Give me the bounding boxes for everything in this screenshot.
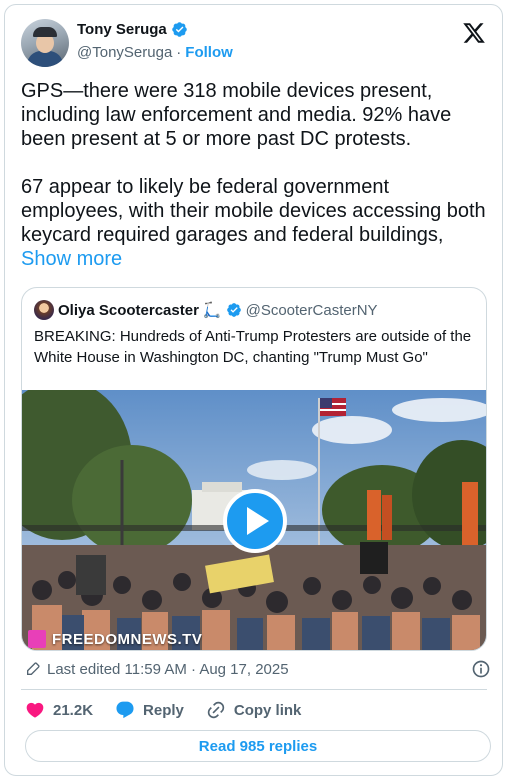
- author-name-row: Tony Seruga: [77, 21, 188, 38]
- pencil-icon: [27, 662, 40, 675]
- copy-link-label: Copy link: [233, 701, 302, 719]
- quote-author-handle[interactable]: @ScooterCasterNY: [246, 302, 378, 319]
- author-avatar[interactable]: [21, 19, 69, 67]
- edited-timestamp[interactable]: Last edited 11:59 AM · Aug 17, 2025: [47, 661, 289, 678]
- tweet-text: GPS—there were 318 mobile devices presen…: [21, 79, 491, 271]
- tweet-card: Tony Seruga @TonySeruga · Follow GPS—the…: [4, 4, 503, 776]
- watermark-text: FREEDOMNEWS.TV: [52, 630, 203, 648]
- reply-bubble-icon: [116, 701, 134, 719]
- action-bar: 21.2K Reply Copy link: [25, 699, 323, 721]
- show-more-link[interactable]: Show more: [21, 248, 122, 270]
- x-logo-icon[interactable]: [462, 21, 486, 45]
- video-watermark: FREEDOMNEWS.TV: [28, 630, 202, 648]
- reply-label: Reply: [143, 701, 184, 719]
- reply-button[interactable]: Reply: [115, 700, 184, 720]
- info-icon[interactable]: [471, 659, 491, 679]
- follow-button[interactable]: Follow: [185, 44, 233, 61]
- quote-header: Oliya Scootercaster 🛴 @ScooterCasterNY: [34, 300, 378, 320]
- play-button[interactable]: [223, 489, 287, 553]
- watermark-logo-icon: [28, 630, 46, 648]
- verified-badge-icon: [171, 22, 187, 37]
- divider: [21, 689, 487, 690]
- author-handle[interactable]: @TonySeruga: [77, 44, 172, 61]
- link-icon: [207, 701, 225, 719]
- quote-text: BREAKING: Hundreds of Anti-Trump Protest…: [34, 328, 472, 366]
- scooter-emoji: 🛴: [202, 302, 222, 319]
- tweet-paragraph-2-text: 67 appear to likely be federal governmen…: [21, 176, 486, 246]
- like-button[interactable]: 21.2K: [25, 700, 93, 720]
- tweet-paragraph-1: GPS—there were 318 mobile devices presen…: [21, 80, 452, 150]
- author-handle-row: @TonySeruga · Follow: [77, 44, 233, 61]
- video-thumbnail[interactable]: FREEDOMNEWS.TV: [22, 390, 486, 650]
- quoted-tweet[interactable]: Oliya Scootercaster 🛴 @ScooterCasterNY B…: [21, 287, 487, 651]
- separator-dot: ·: [176, 44, 182, 61]
- like-count: 21.2K: [53, 701, 94, 719]
- copy-link-button[interactable]: Copy link: [206, 700, 302, 720]
- read-replies-button[interactable]: Read 985 replies: [25, 730, 491, 762]
- tweet-paragraph-2: 67 appear to likely be federal governmen…: [21, 175, 491, 271]
- tweet-header: Tony Seruga @TonySeruga · Follow: [21, 19, 486, 69]
- verified-badge-icon: [226, 303, 241, 317]
- quote-author-name[interactable]: Oliya Scootercaster: [58, 302, 199, 319]
- play-icon: [247, 507, 269, 535]
- heart-icon: [26, 702, 44, 718]
- author-name[interactable]: Tony Seruga: [77, 21, 167, 38]
- edited-timestamp-row: Last edited 11:59 AM · Aug 17, 2025: [25, 659, 491, 679]
- quote-avatar[interactable]: [34, 300, 54, 320]
